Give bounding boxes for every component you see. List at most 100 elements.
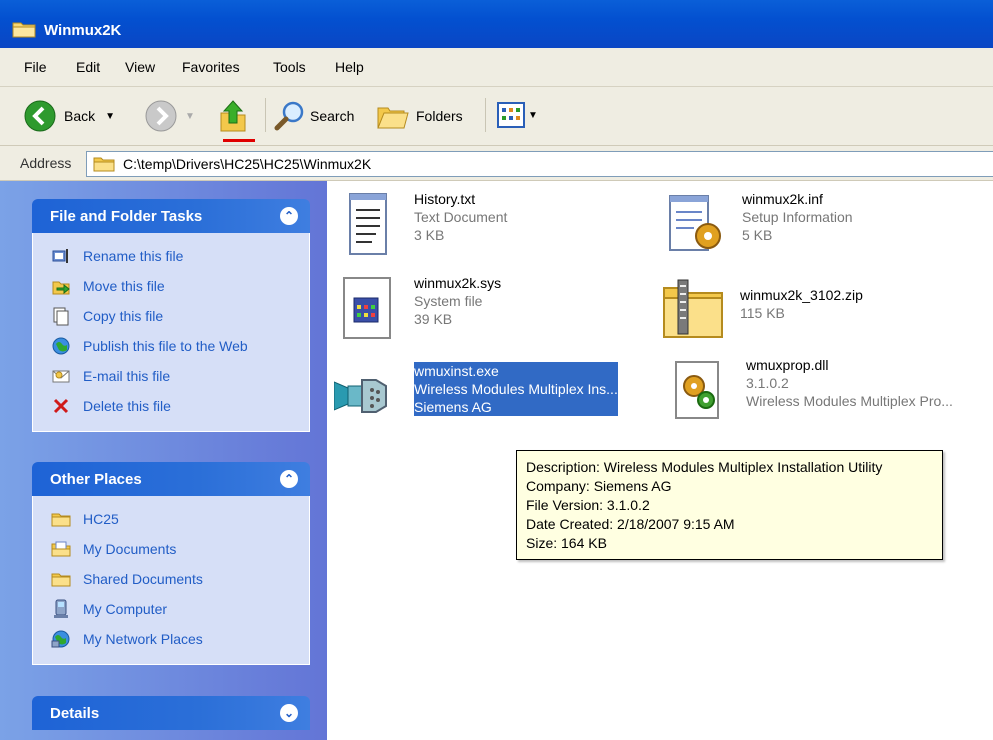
- panel-title: Other Places: [50, 471, 142, 488]
- task-move[interactable]: Move this file: [33, 271, 309, 301]
- file-wmuxprop-dll[interactable]: wmuxprop.dll 3.1.0.2 Wireless Modules Mu…: [668, 356, 953, 424]
- file-size: 115 KB: [740, 305, 785, 321]
- search-button[interactable]: Search: [274, 100, 354, 132]
- menu-help[interactable]: Help: [335, 59, 364, 75]
- task-label: Delete this file: [83, 398, 171, 414]
- task-copy[interactable]: Copy this file: [33, 301, 309, 331]
- file-type: System file: [414, 293, 483, 309]
- file-name: winmux2k.sys: [414, 275, 502, 291]
- zip-folder-icon: [663, 279, 723, 338]
- task-label: Copy this file: [83, 308, 164, 324]
- place-label: Shared Documents: [83, 571, 203, 587]
- views-dropdown-icon[interactable]: ▼: [528, 110, 538, 121]
- menu-bar: File Edit View Favorites Tools Help: [0, 48, 993, 87]
- place-label: My Computer: [83, 601, 168, 617]
- my-documents-icon: [51, 541, 71, 557]
- file-name: winmux2k.inf: [742, 191, 823, 207]
- task-email[interactable]: E-mail this file: [33, 361, 309, 391]
- place-label: My Documents: [83, 541, 177, 557]
- place-hc25[interactable]: HC25: [33, 504, 309, 534]
- file-winmux2k-sys[interactable]: winmux2k.sys System file 39 KB: [336, 274, 501, 342]
- folder-icon: [93, 157, 115, 172]
- file-wmuxinst-exe[interactable]: wmuxinst.exe Wireless Modules Multiplex …: [334, 362, 618, 430]
- serial-connector-icon: [334, 379, 387, 413]
- tooltip-file-version: File Version: 3.1.0.2: [526, 497, 650, 513]
- panel-title: Details: [50, 705, 100, 722]
- toolbar-separator: [485, 98, 486, 132]
- file-version: 3.1.0.2: [746, 375, 789, 391]
- task-delete[interactable]: Delete this file: [33, 391, 309, 421]
- file-type: Setup Information: [742, 209, 853, 225]
- task-label: Rename this file: [83, 248, 184, 264]
- move-icon: [52, 281, 70, 295]
- up-folder-icon: [220, 100, 246, 132]
- file-history-txt[interactable]: History.txt Text Document 3 KB: [336, 190, 507, 258]
- publish-web-icon: [52, 337, 70, 355]
- menu-file[interactable]: File: [24, 59, 47, 75]
- file-size: 5 KB: [742, 227, 773, 243]
- file-name: wmuxprop.dll: [746, 357, 829, 373]
- task-publish[interactable]: Publish this file to the Web: [33, 331, 309, 361]
- system-file-icon: [343, 277, 391, 339]
- window-title: Winmux2K: [44, 22, 122, 39]
- task-rename[interactable]: Rename this file: [33, 241, 309, 271]
- panel-header[interactable]: Other Places ⌃: [32, 462, 310, 496]
- search-label: Search: [310, 108, 355, 124]
- views-button[interactable]: ▼: [497, 102, 538, 128]
- forward-button[interactable]: ▼: [145, 100, 195, 132]
- title-bar[interactable]: Winmux2K: [0, 0, 993, 48]
- menu-view[interactable]: View: [125, 59, 155, 75]
- collapse-chevron-icon[interactable]: ⌃: [280, 470, 298, 488]
- folders-button[interactable]: Folders: [376, 100, 463, 132]
- other-places-panel: Other Places ⌃ HC25 My Documents Shared …: [32, 462, 310, 665]
- email-icon: [52, 370, 70, 383]
- back-label: Back: [64, 108, 96, 124]
- place-my-documents[interactable]: My Documents: [33, 534, 309, 564]
- file-winmux2k-inf[interactable]: winmux2k.inf Setup Information 5 KB: [664, 190, 853, 258]
- shared-folder-icon: [51, 573, 71, 587]
- place-label: HC25: [83, 511, 119, 527]
- address-bar: Address C:\temp\Drivers\HC25\HC25\Winmux…: [0, 146, 993, 181]
- file-info-tooltip: Description: Wireless Modules Multiplex …: [516, 450, 943, 560]
- file-description: Wireless Modules Multiplex Pro...: [746, 393, 953, 409]
- task-label: Publish this file to the Web: [83, 338, 248, 354]
- back-dropdown-icon[interactable]: ▼: [105, 111, 115, 122]
- forward-dropdown-icon[interactable]: ▼: [185, 111, 195, 122]
- search-icon: [274, 101, 304, 131]
- menu-favorites[interactable]: Favorites: [182, 59, 240, 75]
- menu-edit[interactable]: Edit: [76, 59, 100, 75]
- address-path: C:\temp\Drivers\HC25\HC25\Winmux2K: [123, 156, 372, 172]
- file-name: History.txt: [414, 191, 476, 207]
- delete-x-icon: [53, 398, 69, 414]
- folders-label: Folders: [416, 108, 463, 124]
- expand-chevron-icon[interactable]: ⌄: [280, 704, 298, 722]
- my-computer-icon: [54, 599, 68, 618]
- file-description: Wireless Modules Multiplex Ins...: [414, 380, 618, 398]
- up-button[interactable]: [218, 99, 248, 133]
- address-field[interactable]: C:\temp\Drivers\HC25\HC25\Winmux2K: [86, 151, 993, 177]
- file-name: wmuxinst.exe: [414, 362, 618, 380]
- task-label: Move this file: [83, 278, 165, 294]
- panel-body: Rename this file Move this file Copy thi…: [32, 233, 310, 432]
- rename-icon: [52, 249, 68, 263]
- file-type: Text Document: [414, 209, 508, 225]
- place-my-network-places[interactable]: My Network Places: [33, 624, 309, 654]
- place-shared-documents[interactable]: Shared Documents: [33, 564, 309, 594]
- file-winmux2k-3102-zip[interactable]: winmux2k_3102.zip 115 KB: [662, 274, 863, 342]
- folder-icon: [12, 22, 36, 38]
- file-size: 3 KB: [414, 227, 445, 243]
- panel-header[interactable]: File and Folder Tasks ⌃: [32, 199, 310, 233]
- folder-icon: [51, 513, 71, 527]
- address-label: Address: [20, 155, 72, 171]
- place-my-computer[interactable]: My Computer: [33, 594, 309, 624]
- toolbar-separator: [265, 98, 266, 132]
- panel-header[interactable]: Details ⌄: [32, 696, 310, 730]
- dll-gear-icon: [675, 361, 719, 419]
- forward-arrow-icon: [145, 100, 177, 132]
- panel-body: HC25 My Documents Shared Documents My Co…: [32, 496, 310, 665]
- file-name: winmux2k_3102.zip: [740, 287, 863, 303]
- back-button[interactable]: Back ▼: [24, 100, 115, 132]
- collapse-chevron-icon[interactable]: ⌃: [280, 207, 298, 225]
- menu-tools[interactable]: Tools: [273, 59, 306, 75]
- file-folder-tasks-panel: File and Folder Tasks ⌃ Rename this file…: [32, 199, 310, 432]
